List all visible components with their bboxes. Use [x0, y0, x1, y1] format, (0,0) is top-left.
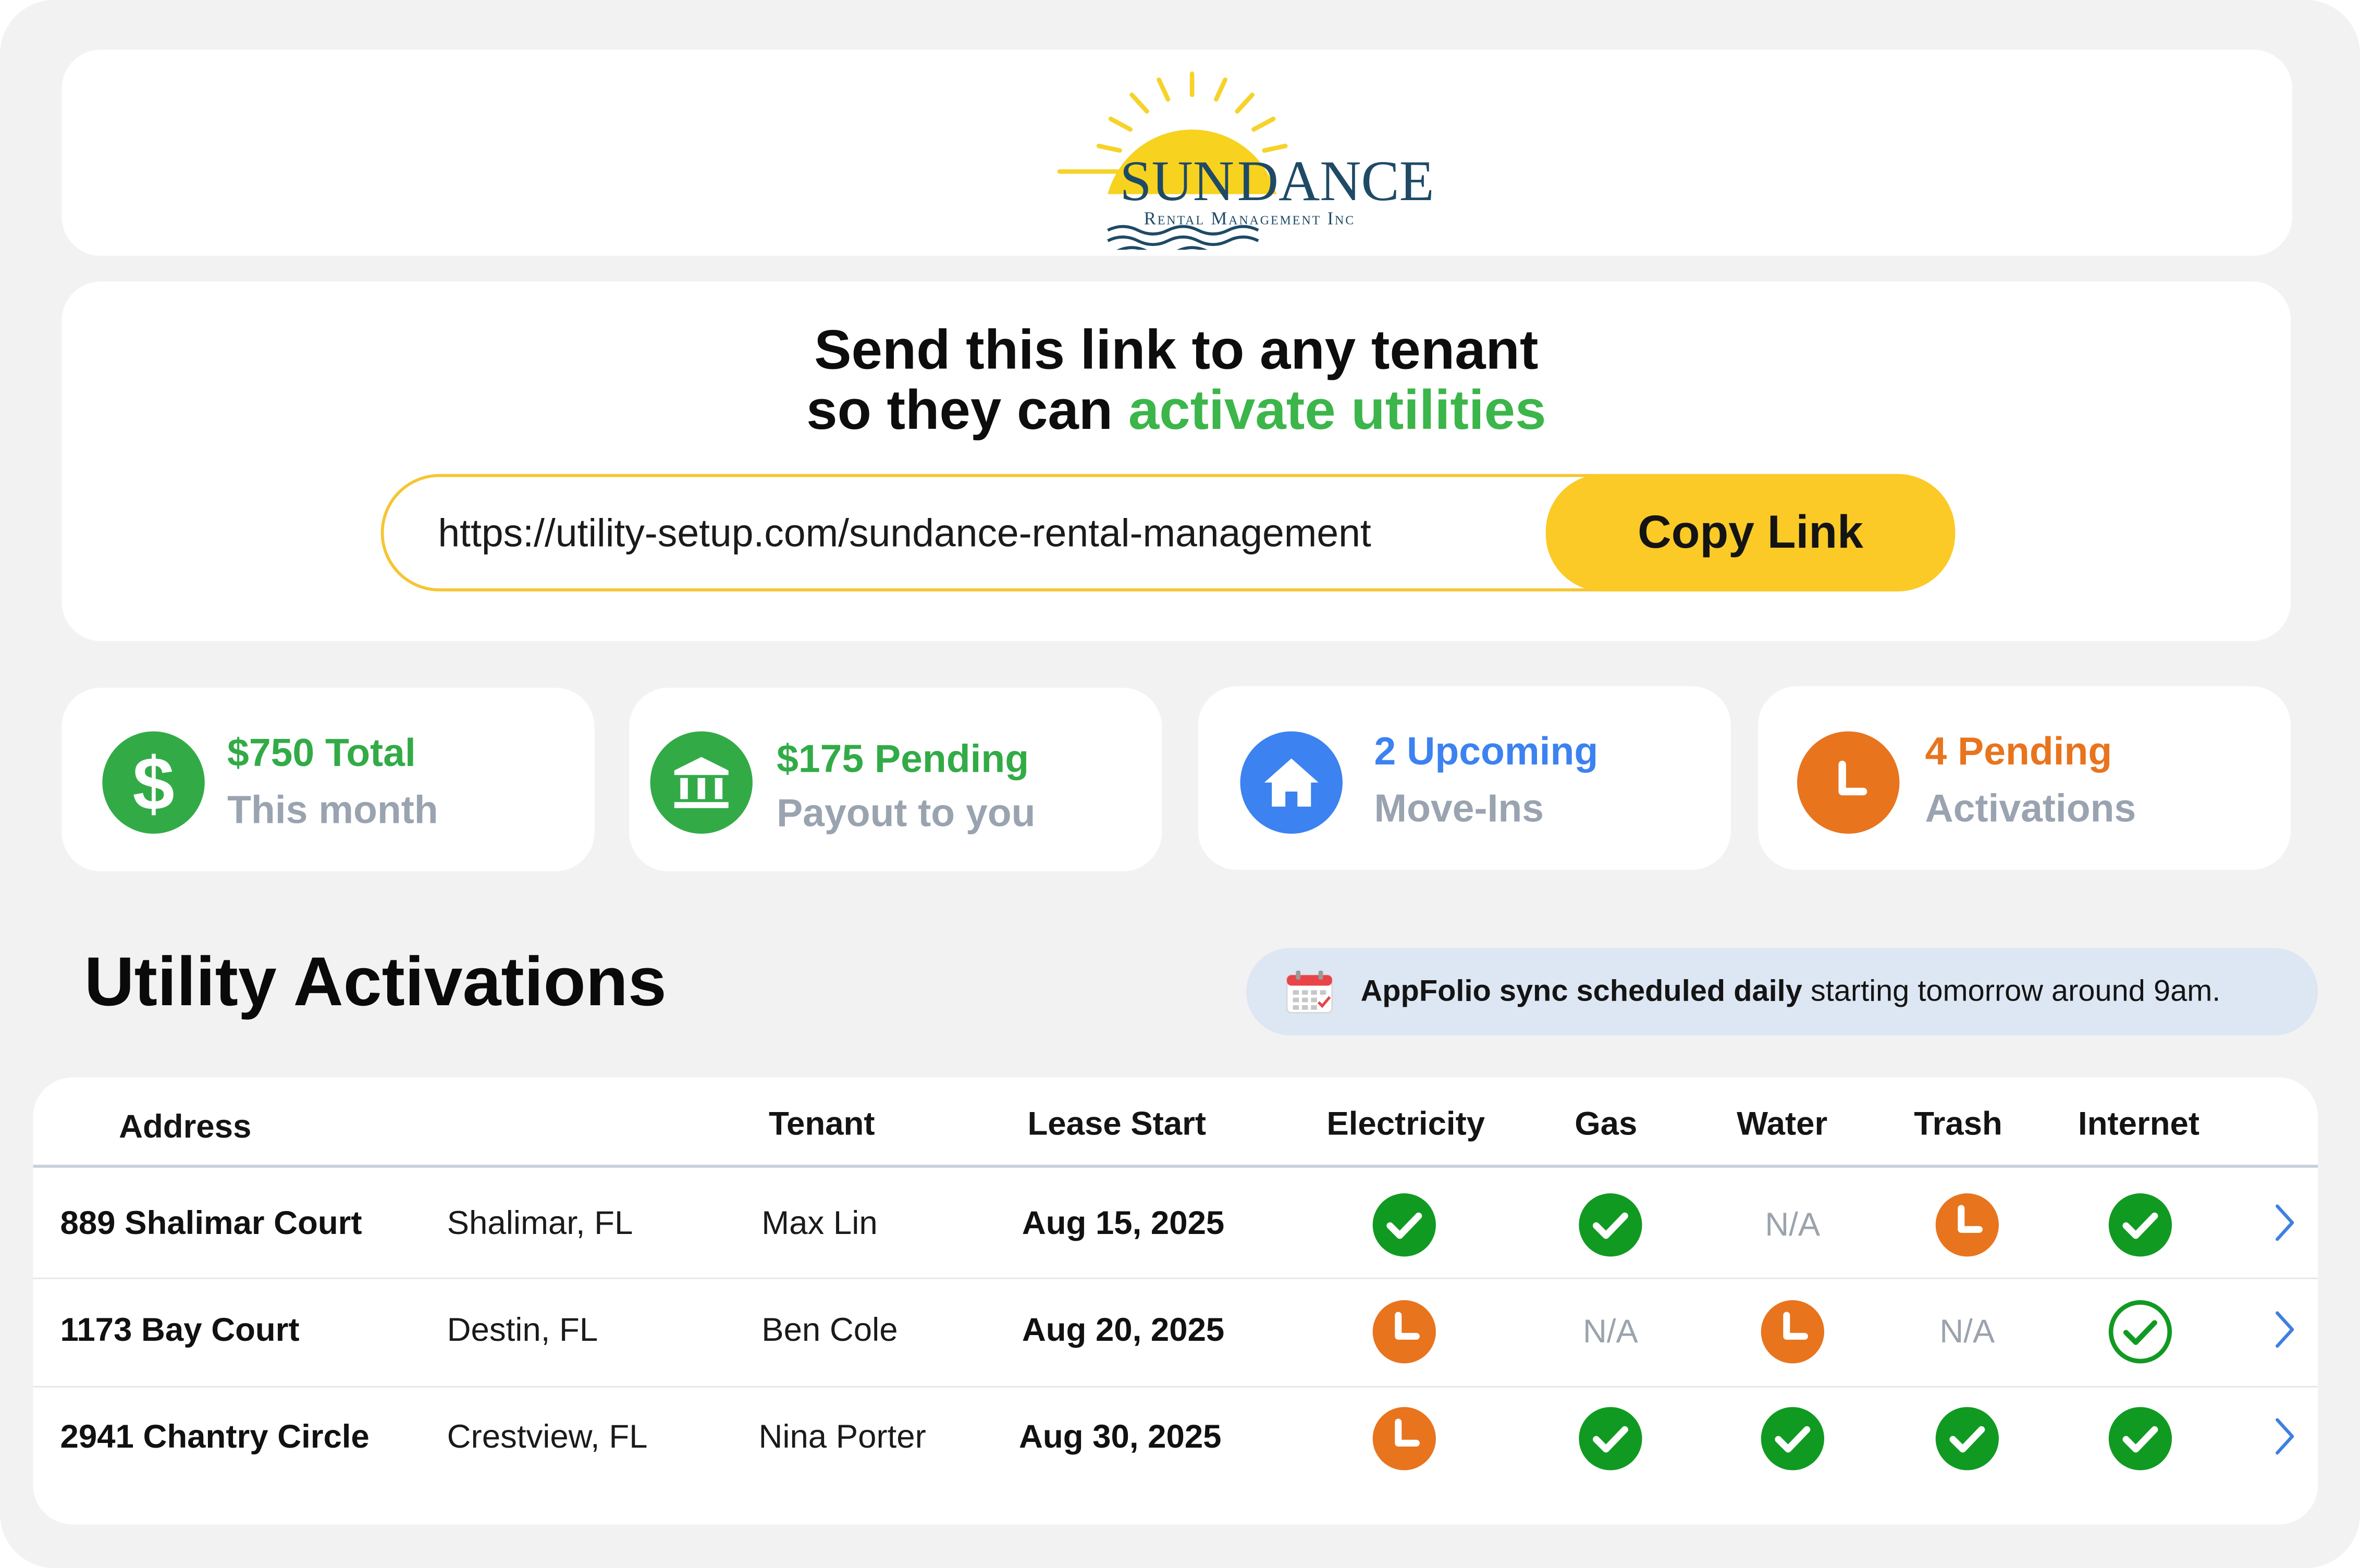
- row-divider: [33, 1386, 2318, 1388]
- row-chevron-right-icon[interactable]: [2273, 1417, 2297, 1464]
- dollar-icon: $: [102, 731, 205, 834]
- column-header-lease-start[interactable]: Lease Start: [1027, 1105, 1206, 1144]
- water-clock-icon: [1760, 1299, 1826, 1365]
- share-link-field[interactable]: https://utility-setup.com/sundance-renta…: [380, 474, 1956, 591]
- activations-table: Address Tenant Lease Start Electricity G…: [33, 1077, 2318, 1525]
- stat-card-activations: 4 Pending Activations: [1757, 686, 2291, 870]
- internet-check-circle-icon: [2107, 1299, 2173, 1365]
- share-title-prefix: so they can: [806, 379, 1128, 441]
- water-na-status: N/A: [1765, 1205, 1821, 1243]
- stat-card-payout: $175 Pending Payout to you: [629, 687, 1162, 872]
- stat-value: 2 Upcoming: [1374, 728, 1599, 774]
- stat-label: Move-Ins: [1374, 785, 1544, 831]
- gas-check-circle-icon: [1577, 1405, 1643, 1472]
- clock-icon: [1797, 731, 1900, 834]
- row-city: Shalimar, FL: [447, 1204, 633, 1242]
- logo-text-sun: SUN: [1120, 149, 1235, 213]
- water-check-circle-icon: [1760, 1405, 1826, 1472]
- row-lease-start: Aug 20, 2025: [1022, 1311, 1225, 1349]
- gas-na-status: N/A: [1582, 1312, 1638, 1350]
- logo-card: SUN DANCE Rental Management Inc: [62, 50, 2293, 256]
- copy-link-button[interactable]: Copy Link: [1545, 474, 1956, 591]
- trash-na-status: N/A: [1939, 1312, 1995, 1350]
- row-lease-start: Aug 15, 2025: [1022, 1204, 1225, 1242]
- column-header-address[interactable]: Address: [119, 1107, 251, 1146]
- row-address[interactable]: 889 Shalimar Court: [60, 1204, 362, 1243]
- share-title-accent: activate utilities: [1128, 379, 1546, 441]
- app-root: SUN DANCE Rental Management Inc Send thi…: [0, 0, 2360, 1568]
- electricity-clock-icon: [1371, 1299, 1437, 1365]
- svg-text:$: $: [132, 744, 174, 822]
- gas-check-circle-icon: [1577, 1192, 1643, 1258]
- logo-subtitle: Rental Management Inc: [1144, 208, 1355, 228]
- row-city: Crestview, FL: [447, 1417, 648, 1455]
- share-link-card: Send this link to any tenant so they can…: [62, 281, 2291, 641]
- stat-value: $750 Total: [227, 730, 416, 775]
- logo-text-dance: DANCE: [1237, 149, 1434, 213]
- sync-text: AppFolio sync scheduled daily starting t…: [1361, 948, 2221, 1035]
- column-header-gas[interactable]: Gas: [1575, 1105, 1637, 1144]
- row-chevron-right-icon[interactable]: [2273, 1203, 2297, 1250]
- calendar-icon: [1286, 970, 1333, 1014]
- section-title: Utility Activations: [84, 942, 667, 1020]
- column-header-electricity[interactable]: Electricity: [1326, 1105, 1485, 1144]
- column-header-trash[interactable]: Trash: [1914, 1105, 2002, 1144]
- house-icon: [1240, 731, 1343, 834]
- share-title-line2: so they can activate utilities: [62, 379, 2291, 441]
- sync-text-bold: AppFolio sync scheduled daily: [1360, 975, 1802, 1008]
- column-header-tenant[interactable]: Tenant: [769, 1105, 875, 1144]
- sync-banner: AppFolio sync scheduled daily starting t…: [1246, 948, 2318, 1035]
- row-address[interactable]: 2941 Chantry Circle: [60, 1417, 370, 1456]
- stat-card-move-ins: 2 Upcoming Move-Ins: [1198, 686, 1731, 870]
- internet-check-circle-icon: [2107, 1405, 2173, 1472]
- electricity-check-circle-icon: [1371, 1192, 1437, 1258]
- row-tenant: Max Lin: [761, 1204, 878, 1242]
- column-header-internet[interactable]: Internet: [2078, 1105, 2199, 1144]
- electricity-clock-icon: [1371, 1405, 1437, 1472]
- sync-text-rest: starting tomorrow around 9am.: [1802, 975, 2221, 1008]
- share-title-line1: Send this link to any tenant: [814, 319, 1539, 381]
- row-address[interactable]: 1173 Bay Court: [60, 1311, 300, 1350]
- row-divider: [33, 1277, 2318, 1279]
- share-title: Send this link to any tenant so they can…: [62, 320, 2291, 441]
- sundance-logo: SUN DANCE Rental Management Inc: [1057, 71, 1434, 250]
- column-header-water[interactable]: Water: [1737, 1105, 1827, 1144]
- stat-label: This month: [227, 787, 438, 832]
- internet-check-circle-icon: [2107, 1192, 2173, 1258]
- stat-label: Payout to you: [777, 790, 1036, 835]
- trash-check-circle-icon: [1934, 1405, 2000, 1472]
- header-divider: [33, 1165, 2318, 1168]
- share-link-url[interactable]: https://utility-setup.com/sundance-renta…: [438, 477, 1371, 588]
- stat-value: $175 Pending: [777, 736, 1029, 781]
- row-city: Destin, FL: [447, 1311, 598, 1349]
- stat-label: Activations: [1925, 785, 2136, 831]
- stat-value: 4 Pending: [1925, 728, 2112, 774]
- row-tenant: Nina Porter: [758, 1417, 926, 1455]
- bank-icon: [650, 731, 753, 834]
- row-lease-start: Aug 30, 2025: [1019, 1417, 1222, 1455]
- row-tenant: Ben Cole: [761, 1311, 898, 1349]
- stat-card-total: $ $750 Total This month: [62, 687, 595, 872]
- trash-clock-icon: [1934, 1192, 2000, 1258]
- row-chevron-right-icon[interactable]: [2273, 1310, 2297, 1357]
